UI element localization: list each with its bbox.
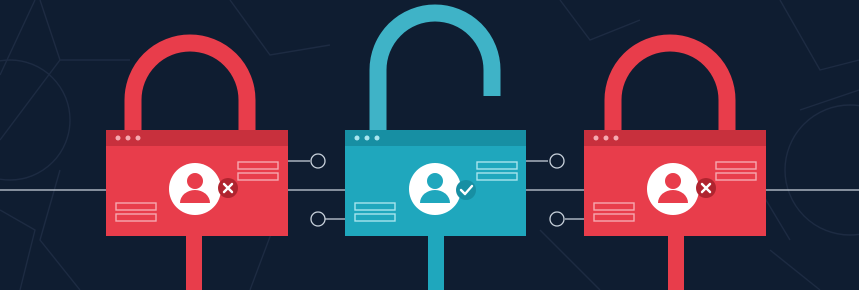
window-dots [593, 135, 619, 141]
check-icon [456, 180, 476, 200]
connector-node [310, 211, 326, 227]
window-titlebar [106, 130, 288, 146]
x-icon [696, 178, 716, 198]
connector-node [549, 153, 565, 169]
window-titlebar [584, 130, 766, 146]
window-dots [115, 135, 141, 141]
lock-stem [668, 236, 684, 290]
lock-stem [428, 236, 444, 290]
user-avatar [647, 163, 699, 215]
window-dots [354, 135, 380, 141]
lock-stem [186, 236, 202, 290]
connector-node [549, 211, 565, 227]
x-icon [218, 178, 238, 198]
security-illustration [0, 0, 859, 290]
user-avatar [409, 163, 461, 215]
window-titlebar [345, 130, 526, 146]
user-avatar [169, 163, 221, 215]
connector-node [310, 153, 326, 169]
padlocks-illustration [0, 0, 859, 290]
